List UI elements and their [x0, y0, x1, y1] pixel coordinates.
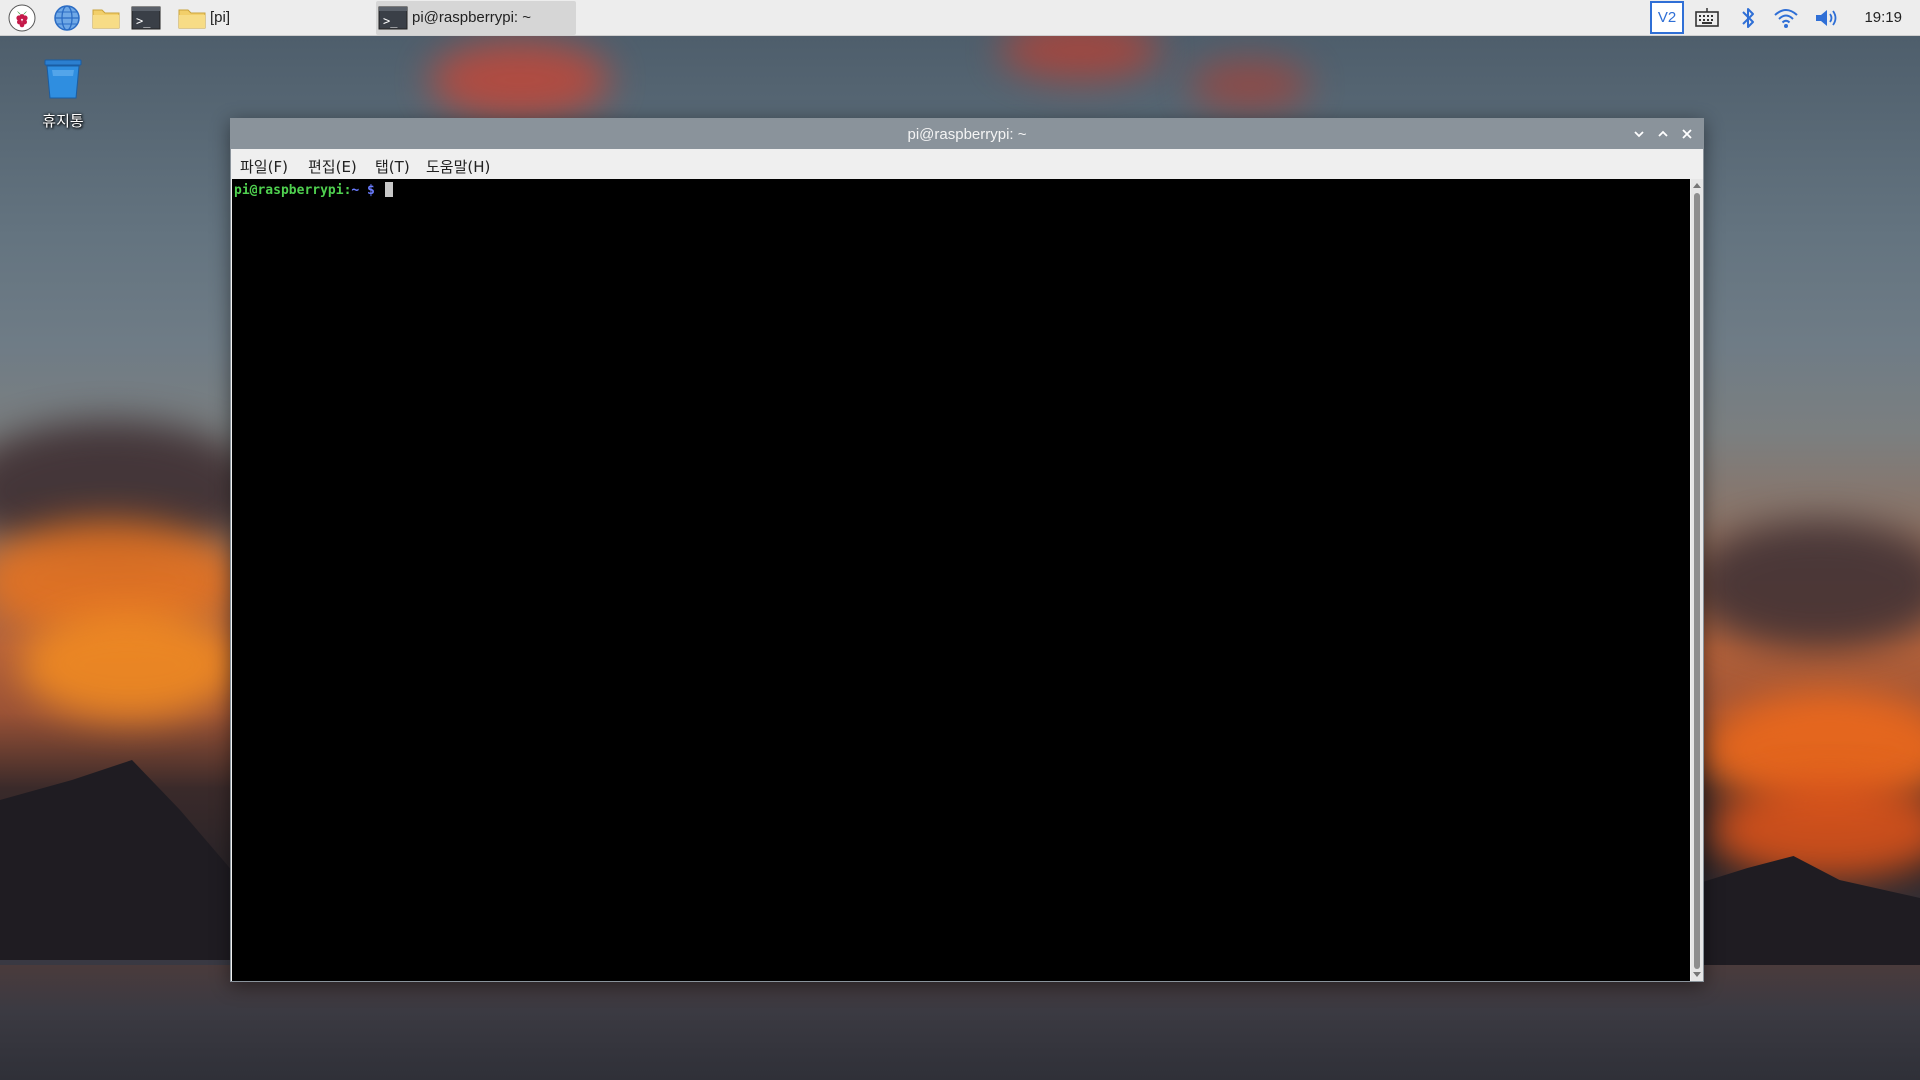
terminal-scrollbar[interactable]: [1691, 179, 1703, 981]
chevron-down-icon: [1634, 131, 1644, 138]
bluetooth-icon[interactable]: [1733, 3, 1763, 33]
terminal-menubar: 파일(F) 편집(E) 탭(T) 도움말(H): [231, 149, 1703, 179]
minimize-button[interactable]: [1629, 124, 1649, 144]
wallpaper-cloud: [1190, 60, 1310, 110]
taskbar-clock[interactable]: 19:19: [1864, 9, 1902, 26]
maximize-button[interactable]: [1653, 124, 1673, 144]
terminal-output[interactable]: pi@raspberrypi:~ $: [232, 179, 1690, 981]
desktop: >_ [pi] >_ pi@raspberrypi: ~ V2 19:19 휴지…: [0, 0, 1920, 1080]
svg-text:>_: >_: [136, 14, 151, 28]
prompt-user-host: pi@raspberrypi: [234, 183, 344, 198]
folder-icon[interactable]: [177, 3, 207, 33]
scroll-up-icon[interactable]: [1693, 181, 1701, 189]
trash-icon: [44, 59, 82, 99]
web-browser-icon[interactable]: [52, 3, 82, 33]
terminal-window: pi@raspberrypi: ~ 파일(F) 편집(E) 탭(T) 도움말(H…: [230, 118, 1704, 982]
wallpaper-water: [0, 965, 1920, 1080]
trash-label: 휴지통: [42, 112, 84, 130]
taskbar-task-label[interactable]: pi@raspberrypi: ~: [412, 9, 531, 26]
svg-text:>_: >_: [383, 14, 398, 28]
file-manager-icon[interactable]: [91, 3, 121, 33]
wallpaper-mountain: [0, 760, 240, 960]
prompt-symbol: $: [359, 183, 375, 198]
wallpaper-cloud: [20, 610, 240, 720]
menu-help[interactable]: 도움말(H): [426, 156, 490, 177]
raspberry-menu-icon[interactable]: [7, 3, 37, 33]
keyboard-icon[interactable]: [1692, 3, 1722, 33]
scrollbar-thumb[interactable]: [1694, 193, 1700, 969]
vnc-server-icon[interactable]: V2: [1650, 1, 1684, 34]
taskbar: >_ [pi] >_ pi@raspberrypi: ~ V2 19:19: [0, 0, 1920, 36]
close-icon: [1682, 129, 1692, 139]
menu-file[interactable]: 파일(F): [240, 156, 288, 177]
menu-tab[interactable]: 탭(T): [375, 156, 410, 177]
prompt-line: pi@raspberrypi:~ $: [234, 182, 393, 198]
desktop-trash[interactable]: 휴지통: [28, 56, 98, 131]
chevron-up-icon: [1658, 130, 1668, 137]
menu-edit[interactable]: 편집(E): [308, 156, 357, 177]
scroll-down-icon[interactable]: [1693, 971, 1701, 979]
taskbar-folder-label[interactable]: [pi]: [210, 9, 230, 26]
wallpaper-cloud: [1690, 520, 1920, 650]
volume-icon[interactable]: [1812, 3, 1842, 33]
wallpaper-cloud: [1710, 780, 1920, 880]
terminal-titlebar[interactable]: pi@raspberrypi: ~: [231, 119, 1703, 149]
vnc-label: V2: [1657, 9, 1677, 26]
close-button[interactable]: [1677, 124, 1697, 144]
terminal-title: pi@raspberrypi: ~: [907, 126, 1027, 143]
text-cursor: [384, 182, 393, 197]
terminal-icon: >_: [378, 3, 408, 33]
wifi-icon[interactable]: [1771, 3, 1801, 33]
terminal-launcher-icon[interactable]: >_: [131, 3, 161, 33]
wallpaper-cloud: [430, 40, 610, 120]
